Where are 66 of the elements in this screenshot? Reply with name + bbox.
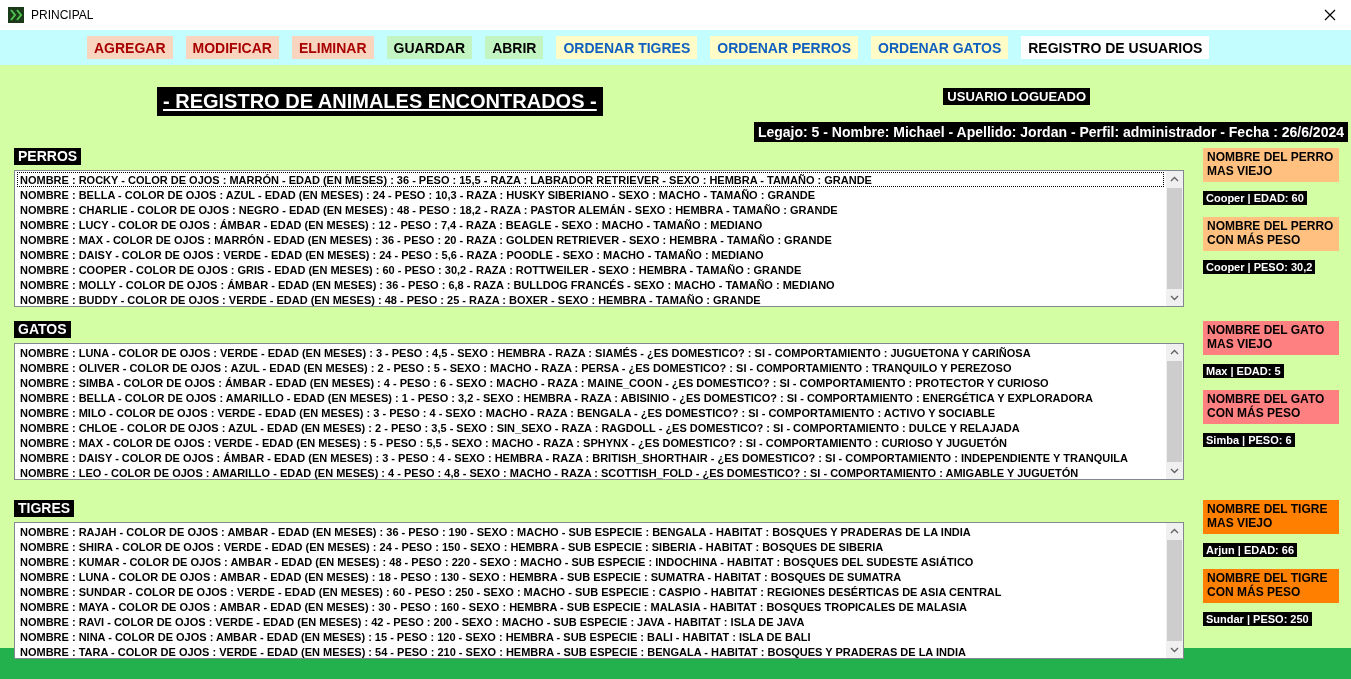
list-item[interactable]: NOMBRE : SUNDAR - COLOR DE OJOS : VERDE - EDAD (EN MESES) : 60 - PESO : 250 - SEXO : MACHO - SUB ESPECIE : CASPIO - HABITAT : REGIONES DESÉRTICAS DE ASIA CENTRAL (17, 584, 1164, 599)
stat-result: Cooper | PESO: 30,2 (1203, 260, 1316, 274)
user-info: Legajo: 5 - Nombre: Michael - Apellido: Jordan - Perfil: administrador - Fecha : 26/6/2024 (753, 122, 1348, 142)
form-title: - REGISTRO DE ANIMALES ENCONTRADOS - (157, 87, 603, 116)
list-item[interactable]: NOMBRE : TARA - COLOR DE OJOS : VERDE - EDAD (EN MESES) : 54 - PESO : 210 - SEXO : HEMBRA - SUB ESPECIE : BENGALA - HABITAT : BOSQUES Y PRADERAS DE LA INDIA (17, 644, 1164, 658)
stat-label: NOMBRE DEL PERRO MAS VIEJO (1203, 148, 1339, 182)
list-item[interactable]: NOMBRE : ROCKY - COLOR DE OJOS : MARRÓN - EDAD (EN MESES) : 36 - PESO : 15,5 - RAZA : LABRADOR RETRIEVER - SEXO : HEMBRA - TAMAÑO : GRANDE (17, 172, 1164, 187)
list-item[interactable]: NOMBRE : CHLOE - COLOR DE OJOS : AZUL - EDAD (EN MESES) : 2 - PESO : 3,5 - SEXO : SIN_SEXO - RAZA : RAGDOLL - ¿ES DOMESTICO? : SI - COMPORTAMIENTO : DULCE Y RELAJADA (17, 420, 1164, 435)
list-item[interactable]: NOMBRE : LUNA - COLOR DE OJOS : AMBAR - EDAD (EN MESES) : 18 - PESO : 130 - SEXO : HEMBRA - SUB ESPECIE : SUMATRA - HABITAT : BOSQUES DE SUMATRA (17, 569, 1164, 584)
scrollbar[interactable] (1166, 344, 1183, 479)
scrollbar[interactable] (1166, 171, 1183, 306)
list-item[interactable]: NOMBRE : BUDDY - COLOR DE OJOS : VERDE - EDAD (EN MESES) : 48 - PESO : 25 - RAZA : BOXER - SEXO : HEMBRA - TAMAÑO : GRANDE (17, 292, 1164, 306)
list-item[interactable]: NOMBRE : SHIRA - COLOR DE OJOS : VERDE - EDAD (EN MESES) : 24 - PESO : 150 - SEXO : HEMBRA - SUB ESPECIE : SIBERIA - HABITAT : BOSQUES DE SIBERIA (17, 539, 1164, 554)
list-box[interactable] (14, 343, 1184, 480)
toolbar-button[interactable]: GUARDAR (386, 36, 473, 59)
toolbar-button[interactable]: ORDENAR TIGRES (556, 36, 698, 59)
stat-label: NOMBRE DEL TIGRE MAS VIEJO (1203, 500, 1339, 534)
scroll-thumb[interactable] (1167, 540, 1182, 641)
list-item[interactable]: NOMBRE : DAISY - COLOR DE OJOS : ÁMBAR - EDAD (EN MESES) : 3 - PESO : 4 - SEXO : HEMBRA - RAZA : BRITISH_SHORTHAIR - ¿ES DOMESTICO? : SI - COMPORTAMIENTO : INDEPENDIENTE Y TRANQUILA (17, 450, 1164, 465)
close-icon[interactable] (1324, 9, 1336, 21)
toolbar-button[interactable]: REGISTRO DE USUARIOS (1021, 36, 1210, 59)
toolbar-button[interactable]: MODIFICAR (185, 36, 279, 59)
list-item[interactable]: NOMBRE : RAJAH - COLOR DE OJOS : AMBAR - EDAD (EN MESES) : 36 - PESO : 190 - SEXO : MACHO - SUB ESPECIE : BENGALA - HABITAT : BOSQUES Y PRADERAS DE LA INDIA (17, 524, 1164, 539)
list-item[interactable]: NOMBRE : KUMAR - COLOR DE OJOS : AMBAR - EDAD (EN MESES) : 48 - PESO : 220 - SEXO : MACHO - SUB ESPECIE : INDOCHINA - HABITAT : BOSQUES DEL SUDESTE ASIÁTICO (17, 554, 1164, 569)
toolbar-button[interactable]: ORDENAR GATOS (871, 36, 1009, 59)
stat-result: Simba | PESO: 6 (1203, 433, 1295, 447)
scroll-thumb[interactable] (1167, 188, 1182, 289)
list-box[interactable] (14, 170, 1184, 307)
list-box[interactable] (14, 522, 1184, 659)
stat-result: Sundar | PESO: 250 (1203, 612, 1312, 626)
list-item[interactable]: NOMBRE : OLIVER - COLOR DE OJOS : AZUL - EDAD (EN MESES) : 2 - PESO : 5 - SEXO : MACHO - RAZA : PERSA - ¿ES DOMESTICO? : SI - COMPORTAMIENTO : TRANQUILO Y PEREZOSO (17, 360, 1164, 375)
list-item[interactable]: NOMBRE : DAISY - COLOR DE OJOS : VERDE - EDAD (EN MESES) : 24 - PESO : 5,6 - RAZA : POODLE - SEXO : MACHO - TAMAÑO : MEDIANO (17, 247, 1164, 262)
window-title: PRINCIPAL (31, 8, 95, 22)
user-label: USUARIO LOGUEADO (943, 88, 1090, 105)
toolbar-button[interactable]: ABRIR (485, 36, 544, 59)
list-item[interactable]: NOMBRE : MOLLY - COLOR DE OJOS : ÁMBAR - EDAD (EN MESES) : 36 - PESO : 6,8 - RAZA : BULLDOG FRANCÉS - SEXO : MACHO - TAMAÑO : MEDIANO (17, 277, 1164, 292)
list-item[interactable]: NOMBRE : BELLA - COLOR DE OJOS : AZUL - EDAD (EN MESES) : 24 - PESO : 10,3 - RAZA : HUSKY SIBERIANO - SEXO : MACHO - TAMAÑO : GRANDE (17, 187, 1164, 202)
list-item[interactable]: NOMBRE : MILO - COLOR DE OJOS : VERDE - EDAD (EN MESES) : 3 - PESO : 4 - SEXO : MACHO - RAZA : BENGALA - ¿ES DOMESTICO? : SI - COMPORTAMIENTO : ACTIVO Y SOCIABLE (17, 405, 1164, 420)
section-heading: PERROS (14, 148, 82, 165)
list-item[interactable]: NOMBRE : CHARLIE - COLOR DE OJOS : NEGRO - EDAD (EN MESES) : 48 - PESO : 18,2 - RAZA : PASTOR ALEMÁN - SEXO : HEMBRA - TAMAÑO : GRANDE (17, 202, 1164, 217)
stat-label: NOMBRE DEL GATO MAS VIEJO (1203, 321, 1339, 355)
list-item[interactable]: NOMBRE : MAX - COLOR DE OJOS : VERDE - EDAD (EN MESES) : 5 - PESO : 5,5 - SEXO : MACHO - RAZA : SPHYNX - ¿ES DOMESTICO? : SI - COMPORTAMIENTO : CURIOSO Y JUGUETÓN (17, 435, 1164, 450)
list-item[interactable]: NOMBRE : BELLA - COLOR DE OJOS : AMARILLO - EDAD (EN MESES) : 1 - PESO : 3,2 - SEXO : HEMBRA - RAZA : ABISINIO - ¿ES DOMESTICO? : SI - COMPORTAMIENTO : ENERGÉTICA Y EXPLORADORA (17, 390, 1164, 405)
section-heading: TIGRES (14, 500, 75, 517)
stat-label: NOMBRE DEL PERRO CON MÁS PESO (1203, 217, 1339, 251)
scroll-thumb[interactable] (1167, 361, 1182, 462)
list-item[interactable]: NOMBRE : MAX - COLOR DE OJOS : MARRÓN - EDAD (EN MESES) : 36 - PESO : 20 - RAZA : GOLDEN RETRIEVER - SEXO : HEMBRA - TAMAÑO : GRANDE (17, 232, 1164, 247)
stat-result: Arjun | EDAD: 66 (1203, 543, 1298, 557)
stat-result: Max | EDAD: 5 (1203, 364, 1284, 378)
list-item[interactable]: NOMBRE : RAVI - COLOR DE OJOS : VERDE - EDAD (EN MESES) : 42 - PESO : 200 - SEXO : MACHO - SUB ESPECIE : JAVA - HABITAT : ISLA DE JAVA (17, 614, 1164, 629)
toolbar-button[interactable]: ELIMINAR (291, 36, 374, 59)
list-item[interactable]: NOMBRE : LEO - COLOR DE OJOS : AMARILLO - EDAD (EN MESES) : 4 - PESO : 4,8 - SEXO : MACHO - RAZA : SCOTTISH_FOLD - ¿ES DOMESTICO? : SI - COMPORTAMIENTO : AMIGABLE Y JUGUETÓN (17, 465, 1164, 479)
section-heading: GATOS (14, 321, 71, 338)
list-item[interactable]: NOMBRE : LUCY - COLOR DE OJOS : ÁMBAR - EDAD (EN MESES) : 12 - PESO : 7,4 - RAZA : BEAGLE - SEXO : MACHO - TAMAÑO : MEDIANO (17, 217, 1164, 232)
toolbar-button[interactable]: ORDENAR PERROS (710, 36, 859, 59)
list-item[interactable]: NOMBRE : SIMBA - COLOR DE OJOS : ÁMBAR - EDAD (EN MESES) : 4 - PESO : 6 - SEXO : MACHO - RAZA : MAINE_COON - ¿ES DOMESTICO? : SI - COMPORTAMIENTO : PROTECTOR Y CURIOSO (17, 375, 1164, 390)
list-item[interactable]: NOMBRE : COOPER - COLOR DE OJOS : GRIS - EDAD (EN MESES) : 60 - PESO : 30,2 - RAZA : ROTTWEILER - SEXO : HEMBRA - TAMAÑO : GRANDE (17, 262, 1164, 277)
stat-label: NOMBRE DEL TIGRE CON MÁS PESO (1203, 569, 1339, 603)
list-item[interactable]: NOMBRE : MAYA - COLOR DE OJOS : AMBAR - EDAD (EN MESES) : 30 - PESO : 160 - SEXO : HEMBRA - SUB ESPECIE : MALASIA - HABITAT : BOSQUES TROPICALES DE MALASIA (17, 599, 1164, 614)
list-item[interactable]: NOMBRE : NINA - COLOR DE OJOS : AMBAR - EDAD (EN MESES) : 15 - PESO : 120 - SEXO : HEMBRA - SUB ESPECIE : BALI - HABITAT : ISLA DE BALI (17, 629, 1164, 644)
stat-label: NOMBRE DEL GATO CON MÁS PESO (1203, 390, 1339, 424)
stat-result: Cooper | EDAD: 60 (1203, 191, 1307, 205)
scrollbar[interactable] (1166, 523, 1183, 658)
app-icon (8, 7, 24, 23)
toolbar-button[interactable]: AGREGAR (87, 36, 173, 59)
list-item[interactable]: NOMBRE : LUNA - COLOR DE OJOS : VERDE - EDAD (EN MESES) : 3 - PESO : 4,5 - SEXO : HEMBRA - RAZA : SIAMÉS - ¿ES DOMESTICO? : SI - COMPORTAMIENTO : JUGUETONA Y CARIÑOSA (17, 345, 1164, 360)
